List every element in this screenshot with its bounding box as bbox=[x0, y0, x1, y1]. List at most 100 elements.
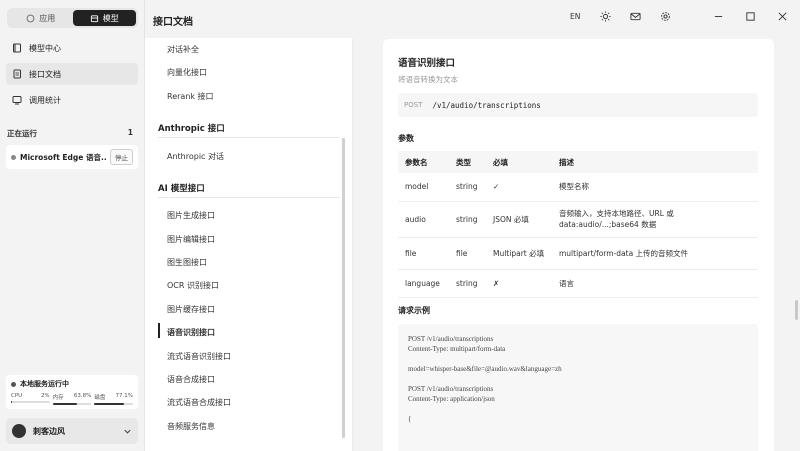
example-title: 请求示例 bbox=[398, 306, 430, 315]
api-subtitle: 将语音转换为文本 bbox=[398, 75, 458, 84]
cell: ✗ bbox=[486, 269, 552, 298]
close-icon bbox=[778, 12, 787, 21]
doc-icon bbox=[13, 69, 21, 79]
running-count: 1 bbox=[127, 128, 133, 137]
doc-nav-item[interactable]: Rerank 接口 bbox=[167, 91, 214, 102]
cell: Multipart 必填 bbox=[486, 237, 552, 270]
doc-nav-item[interactable]: 对话补全 bbox=[167, 44, 199, 55]
endpoint-path: /v1/audio/transcriptions bbox=[432, 100, 541, 110]
doc-nav-item[interactable]: 图片缓存接口 bbox=[167, 304, 215, 315]
cell: string bbox=[449, 201, 486, 238]
mail-button[interactable] bbox=[630, 11, 641, 24]
cell: 模型名称 bbox=[552, 173, 758, 202]
metric-value: 63.8% bbox=[73, 393, 92, 399]
sidebar-item-label: 调用统计 bbox=[29, 95, 61, 105]
running-title: 正在运行 bbox=[7, 129, 37, 138]
close-button[interactable] bbox=[777, 11, 788, 24]
metric-name: 内存 bbox=[52, 395, 64, 401]
cell: multipart/form-data 上传的音频文件 bbox=[552, 237, 758, 270]
doc-nav-item[interactable]: 语音合成接口 bbox=[167, 374, 215, 385]
metric-cpu: CPU 2% bbox=[11, 393, 50, 405]
sidebar-item-label: 模型中心 bbox=[29, 43, 61, 53]
tab-models-label: 模型 bbox=[102, 13, 119, 23]
chevron-down-icon bbox=[124, 429, 131, 434]
params-title: 参数 bbox=[398, 134, 414, 143]
params-table: 参数名 类型 必填 描述 model string ✓ 模型名称 audio s… bbox=[398, 151, 758, 298]
api-card: 语音识别接口 将语音转换为文本 POST /v1/audio/transcrip… bbox=[383, 39, 774, 451]
minimize-button[interactable] bbox=[713, 11, 724, 24]
doc-nav-item[interactable]: 向量化接口 bbox=[167, 67, 207, 78]
tab-apps-label: 应用 bbox=[39, 13, 56, 23]
maximize-icon bbox=[746, 12, 755, 21]
http-method: POST bbox=[404, 101, 423, 109]
running-item[interactable]: Microsoft Edge 语音... 停止 bbox=[6, 145, 138, 169]
cell: string bbox=[449, 269, 486, 298]
service-status-title: 本地服务运行中 bbox=[20, 380, 69, 388]
sidebar: 应用 模型 模型中心 接口文档 调用统计 正在运行 1 Microsoft Ed… bbox=[0, 0, 145, 451]
cell: file bbox=[449, 237, 486, 270]
doc-nav-item[interactable]: OCR 识别接口 bbox=[167, 280, 219, 291]
chat-icon bbox=[26, 14, 35, 22]
metric-name: CPU bbox=[11, 393, 23, 399]
book-icon bbox=[13, 43, 21, 53]
header: 接口文档 EN bbox=[145, 0, 800, 38]
cell: audio bbox=[398, 201, 449, 238]
doc-nav-item[interactable]: 音频服务信息 bbox=[167, 421, 215, 432]
mail-icon bbox=[630, 12, 641, 21]
metric-bar bbox=[52, 403, 92, 405]
doc-nav-item[interactable]: Anthropic 对话 bbox=[167, 151, 224, 162]
gear-icon bbox=[661, 12, 670, 21]
user-name: 刺客边风 bbox=[33, 426, 65, 436]
sun-icon bbox=[600, 11, 611, 22]
divider bbox=[158, 137, 340, 138]
language-toggle[interactable]: EN bbox=[570, 12, 580, 21]
endpoint: POST /v1/audio/transcriptions bbox=[398, 93, 758, 117]
cell: 音频输入，支持本地路径、URL 或 data:audio/...;base64 … bbox=[552, 201, 758, 238]
sidebar-item-label: 接口文档 bbox=[29, 69, 61, 79]
doc-nav-item[interactable]: 图片编辑接口 bbox=[167, 234, 215, 245]
tab-models[interactable]: 模型 bbox=[72, 10, 136, 26]
active-indicator bbox=[158, 323, 160, 338]
mode-switch: 应用 模型 bbox=[7, 8, 138, 28]
code-block[interactable]: POST /v1/audio/transcriptions Content-Ty… bbox=[398, 324, 758, 451]
doc-nav-item[interactable]: 流式语音识别接口 bbox=[167, 351, 231, 362]
column-header: 必填 bbox=[486, 151, 552, 173]
column-header: 描述 bbox=[552, 151, 758, 173]
doc-nav-scrollbar[interactable] bbox=[342, 138, 345, 438]
page-title: 接口文档 bbox=[153, 17, 193, 28]
table-header-row: 参数名 类型 必填 描述 bbox=[398, 151, 758, 173]
doc-nav-item-active[interactable]: 语音识别接口 bbox=[167, 327, 215, 338]
sidebar-item-api-docs[interactable]: 接口文档 bbox=[6, 63, 138, 85]
doc-nav-item[interactable]: 图片生成接口 bbox=[167, 210, 215, 221]
service-status-card: 本地服务运行中 CPU 2% 内存 63.8% 磁盘 77.1% bbox=[6, 375, 138, 409]
cell: model bbox=[398, 173, 449, 202]
table-row: audio string JSON 必填 音频输入，支持本地路径、URL 或 d… bbox=[398, 201, 758, 238]
settings-button[interactable] bbox=[660, 11, 671, 24]
table-row: language string ✗ 语言 bbox=[398, 269, 758, 298]
tab-apps[interactable]: 应用 bbox=[9, 10, 73, 26]
sidebar-item-usage-stats[interactable]: 调用统计 bbox=[6, 89, 138, 111]
doc-nav-group-title: AI 模型接口 bbox=[158, 184, 205, 194]
content-scrollbar[interactable] bbox=[795, 300, 798, 320]
cell: 语言 bbox=[552, 269, 758, 298]
running-item-name: Microsoft Edge 语音... bbox=[20, 152, 106, 162]
status-dot bbox=[11, 154, 16, 160]
avatar bbox=[12, 424, 26, 438]
metric-bar bbox=[94, 403, 134, 405]
running-section-title: 正在运行 1 bbox=[7, 128, 133, 139]
user-menu[interactable]: 刺客边风 bbox=[6, 418, 138, 444]
metric-value: 77.1% bbox=[115, 393, 134, 399]
cell: language bbox=[398, 269, 449, 298]
doc-nav-item[interactable]: 图生图接口 bbox=[167, 257, 207, 268]
cell: ✓ bbox=[486, 173, 552, 202]
stop-button[interactable]: 停止 bbox=[110, 149, 133, 165]
metric-fill bbox=[52, 403, 78, 405]
metric-disk: 磁盘 77.1% bbox=[94, 393, 134, 405]
sidebar-item-model-center[interactable]: 模型中心 bbox=[6, 37, 138, 59]
theme-button[interactable] bbox=[600, 11, 611, 24]
column-header: 类型 bbox=[449, 151, 486, 173]
doc-nav-item[interactable]: 流式语音合成接口 bbox=[167, 397, 231, 408]
maximize-button[interactable] bbox=[745, 11, 756, 24]
metric-fill bbox=[11, 401, 12, 403]
cell: string bbox=[449, 173, 486, 202]
